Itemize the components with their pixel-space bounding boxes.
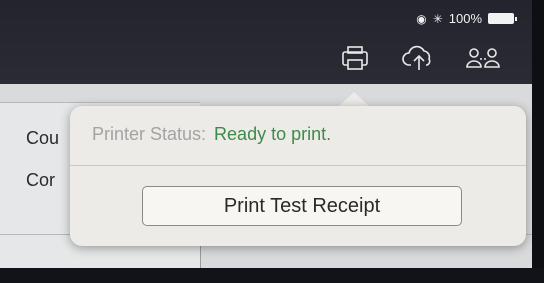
- printer-status-value: Ready to print.: [214, 124, 332, 144]
- orientation-lock-icon: ◉: [416, 11, 427, 26]
- list-divider: [0, 102, 200, 103]
- list-item-text: Cou: [26, 128, 60, 148]
- status-bar: ◉ ✳ 100%: [416, 11, 517, 26]
- printer-status-label: Printer Status:: [92, 124, 207, 144]
- print-test-receipt-button[interactable]: Print Test Receipt: [142, 186, 462, 226]
- device-bezel: [0, 268, 544, 283]
- printer-status-popover: Printer Status: Ready to print. Print Tes…: [70, 106, 526, 246]
- printer-icon[interactable]: [336, 42, 374, 74]
- popover-arrow: [338, 92, 370, 107]
- device-bezel: [532, 0, 544, 283]
- cloud-upload-icon[interactable]: [400, 42, 438, 74]
- battery-icon: [488, 13, 517, 24]
- popover-divider: [70, 165, 526, 166]
- printer-status: Printer Status: Ready to print.: [92, 124, 331, 145]
- toolbar-icons: [336, 42, 502, 74]
- top-app-bar: ◉ ✳ 100%: [0, 0, 532, 84]
- bluetooth-icon: ✳: [432, 11, 443, 26]
- list-item-text: Cor: [26, 170, 56, 190]
- battery-percent: 100%: [448, 11, 482, 26]
- users-icon[interactable]: [464, 42, 502, 74]
